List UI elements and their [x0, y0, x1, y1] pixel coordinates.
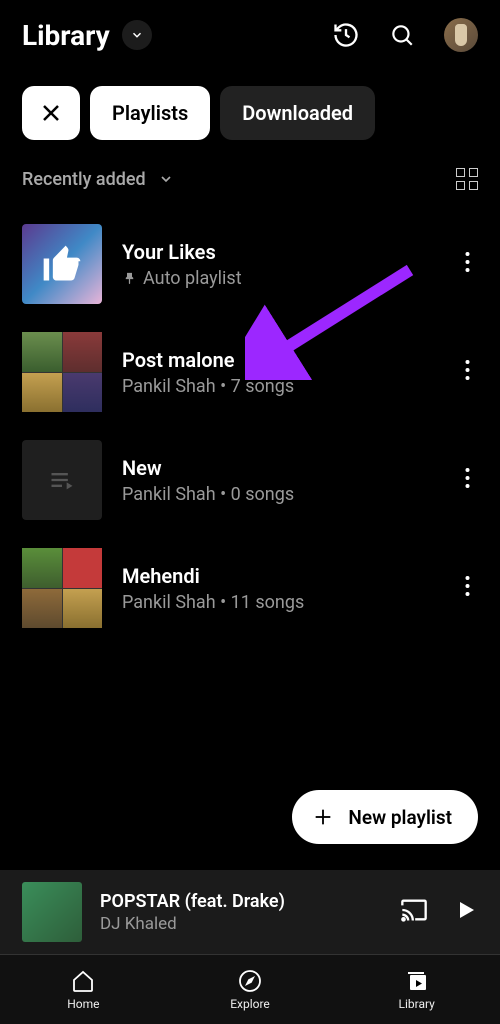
more-vertical-icon	[465, 252, 470, 272]
list-item[interactable]: Post malone Pankil Shah • 7 songs	[22, 318, 478, 426]
playlist-thumbnail	[22, 440, 102, 520]
now-playing-thumbnail	[22, 882, 82, 942]
history-icon	[332, 21, 360, 49]
playlist-title: Post malone	[122, 348, 445, 372]
new-playlist-button[interactable]: New playlist	[292, 790, 478, 844]
page-title: Library	[22, 19, 110, 52]
list-item[interactable]: New Pankil Shah • 0 songs	[22, 426, 478, 534]
filter-chips: Playlists Downloaded	[0, 66, 500, 144]
sort-row: Recently added	[0, 144, 500, 200]
playlist-thumbnail	[22, 224, 102, 304]
play-button[interactable]	[454, 898, 478, 926]
thumbs-up-icon	[40, 242, 84, 286]
nav-explore[interactable]: Explore	[167, 955, 334, 1024]
more-button[interactable]	[445, 252, 478, 276]
grid-view-button[interactable]	[456, 168, 478, 190]
more-button[interactable]	[445, 360, 478, 384]
list-item-text: Mehendi Pankil Shah • 11 songs	[102, 564, 445, 613]
list-item[interactable]: Mehendi Pankil Shah • 11 songs	[22, 534, 478, 642]
cast-button[interactable]	[400, 896, 428, 928]
plus-icon	[312, 806, 334, 828]
playlist-subtitle: Pankil Shah • 0 songs	[122, 484, 445, 505]
nav-label: Explore	[230, 997, 270, 1011]
library-icon	[405, 969, 429, 993]
search-button[interactable]	[388, 21, 416, 49]
fab-label: New playlist	[348, 806, 452, 829]
more-vertical-icon	[465, 576, 470, 596]
playlist-title: New	[122, 456, 445, 480]
list-item-text: Your Likes Auto playlist	[102, 240, 445, 289]
cast-icon	[400, 896, 428, 924]
chevron-down-icon	[130, 28, 144, 42]
playlist-thumbnail	[22, 548, 102, 628]
header: Library	[0, 0, 500, 66]
more-button[interactable]	[445, 576, 478, 600]
list-item[interactable]: Your Likes Auto playlist	[22, 210, 478, 318]
playlist-title: Mehendi	[122, 564, 445, 588]
more-button[interactable]	[445, 468, 478, 492]
pin-icon	[122, 271, 137, 286]
explore-icon	[238, 969, 262, 993]
playlist-icon	[48, 466, 76, 494]
nav-home[interactable]: Home	[0, 955, 167, 1024]
list-item-text: Post malone Pankil Shah • 7 songs	[102, 348, 445, 397]
avatar[interactable]	[444, 18, 478, 52]
sort-button[interactable]: Recently added	[22, 169, 174, 190]
library-dropdown[interactable]	[122, 20, 152, 50]
now-playing-title: POPSTAR (feat. Drake)	[100, 891, 374, 912]
history-button[interactable]	[332, 21, 360, 49]
playlist-thumbnail	[22, 332, 102, 412]
nav-label: Library	[399, 997, 435, 1011]
now-playing-text: POPSTAR (feat. Drake) DJ Khaled	[82, 891, 374, 934]
now-playing-artist: DJ Khaled	[100, 914, 374, 934]
search-icon	[389, 22, 415, 48]
playlist-title: Your Likes	[122, 240, 445, 264]
home-icon	[71, 969, 95, 993]
mini-player[interactable]: POPSTAR (feat. Drake) DJ Khaled	[0, 870, 500, 954]
nav-label: Home	[67, 997, 99, 1011]
more-vertical-icon	[465, 468, 470, 488]
list-item-text: New Pankil Shah • 0 songs	[102, 456, 445, 505]
more-vertical-icon	[465, 360, 470, 380]
bottom-nav: Home Explore Library	[0, 954, 500, 1024]
playlist-list: Your Likes Auto playlist Post malone Pan…	[0, 200, 500, 642]
clear-filter-button[interactable]	[22, 86, 80, 140]
chip-playlists[interactable]: Playlists	[90, 86, 210, 140]
play-icon	[454, 898, 478, 922]
nav-library[interactable]: Library	[333, 955, 500, 1024]
sort-label: Recently added	[22, 169, 146, 190]
chip-downloaded[interactable]: Downloaded	[220, 86, 375, 140]
playlist-subtitle: Pankil Shah • 11 songs	[122, 592, 445, 613]
playlist-subtitle: Pankil Shah • 7 songs	[122, 376, 445, 397]
close-icon	[39, 101, 63, 125]
chevron-down-icon	[158, 171, 174, 187]
playlist-subtitle: Auto playlist	[143, 268, 242, 289]
